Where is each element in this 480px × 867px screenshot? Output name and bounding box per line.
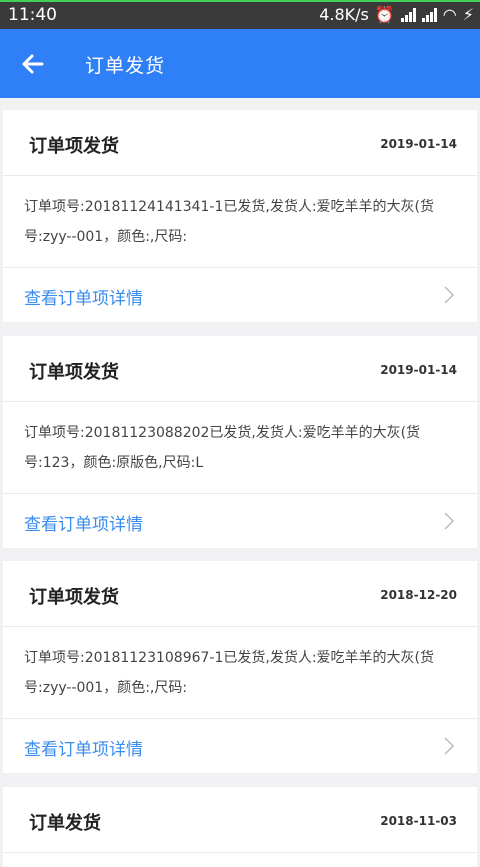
signal-icon — [400, 7, 416, 22]
card-body: 订单项号:20181123108967-1已发货,发货人:爱吃羊羊的大灰(货号:… — [3, 627, 477, 719]
back-arrow-icon[interactable] — [18, 49, 48, 79]
link-label: 查看订单项详情 — [24, 740, 143, 760]
signal-icon-2 — [421, 7, 437, 22]
card-title: 订单项发货 — [29, 587, 119, 608]
link-label: 查看订单项详情 — [24, 515, 143, 535]
card-header: 订单项发货 2019-01-14 — [3, 336, 477, 402]
battery-charging-icon: ⚡ — [462, 5, 474, 24]
chevron-right-icon — [444, 737, 455, 755]
card-date: 2019-01-14 — [380, 363, 457, 377]
app-header: 订单发货 — [0, 29, 480, 98]
shipment-card: 订单发货 2018-11-03 — [3, 787, 477, 867]
card-body: 订单项号:20181123088202已发货,发货人:爱吃羊羊的大灰(货号:12… — [3, 402, 477, 494]
page-title: 订单发货 — [85, 55, 166, 77]
shipment-card: 订单项发货 2019-01-14 订单项号:20181123088202已发货,… — [3, 336, 477, 548]
card-header: 订单发货 2018-11-03 — [3, 787, 477, 853]
view-order-item-detail-link[interactable]: 查看订单项详情 — [3, 268, 477, 322]
view-order-item-detail-link[interactable]: 查看订单项详情 — [3, 719, 477, 773]
status-indicator-line — [0, 0, 480, 2]
card-header: 订单项发货 2018-12-20 — [3, 561, 477, 627]
card-date: 2018-11-03 — [380, 814, 457, 828]
card-header: 订单项发货 2019-01-14 — [3, 110, 477, 176]
card-date: 2019-01-14 — [380, 137, 457, 151]
chevron-right-icon — [444, 512, 455, 530]
wifi-icon: ◠ — [442, 5, 457, 24]
status-bar: 11:40 4.8K/s ⏰ ◠ ⚡ — [0, 0, 480, 29]
card-title: 订单项发货 — [29, 362, 119, 383]
alarm-icon: ⏰ — [374, 5, 395, 24]
card-title: 订单发货 — [29, 813, 101, 834]
view-order-item-detail-link[interactable]: 查看订单项详情 — [3, 494, 477, 548]
card-body: 订单项号:20181124141341-1已发货,发货人:爱吃羊羊的大灰(货号:… — [3, 176, 477, 268]
link-label: 查看订单项详情 — [24, 289, 143, 309]
chevron-right-icon — [444, 286, 455, 304]
shipment-card: 订单项发货 2018-12-20 订单项号:20181123108967-1已发… — [3, 561, 477, 773]
card-date: 2018-12-20 — [380, 588, 457, 602]
network-speed: 4.8K/s — [319, 5, 369, 24]
status-icons: 4.8K/s ⏰ ◠ ⚡ — [319, 5, 474, 24]
shipment-card: 订单项发货 2019-01-14 订单项号:20181124141341-1已发… — [3, 110, 477, 322]
card-title: 订单项发货 — [29, 136, 119, 157]
status-time: 11:40 — [8, 5, 57, 25]
